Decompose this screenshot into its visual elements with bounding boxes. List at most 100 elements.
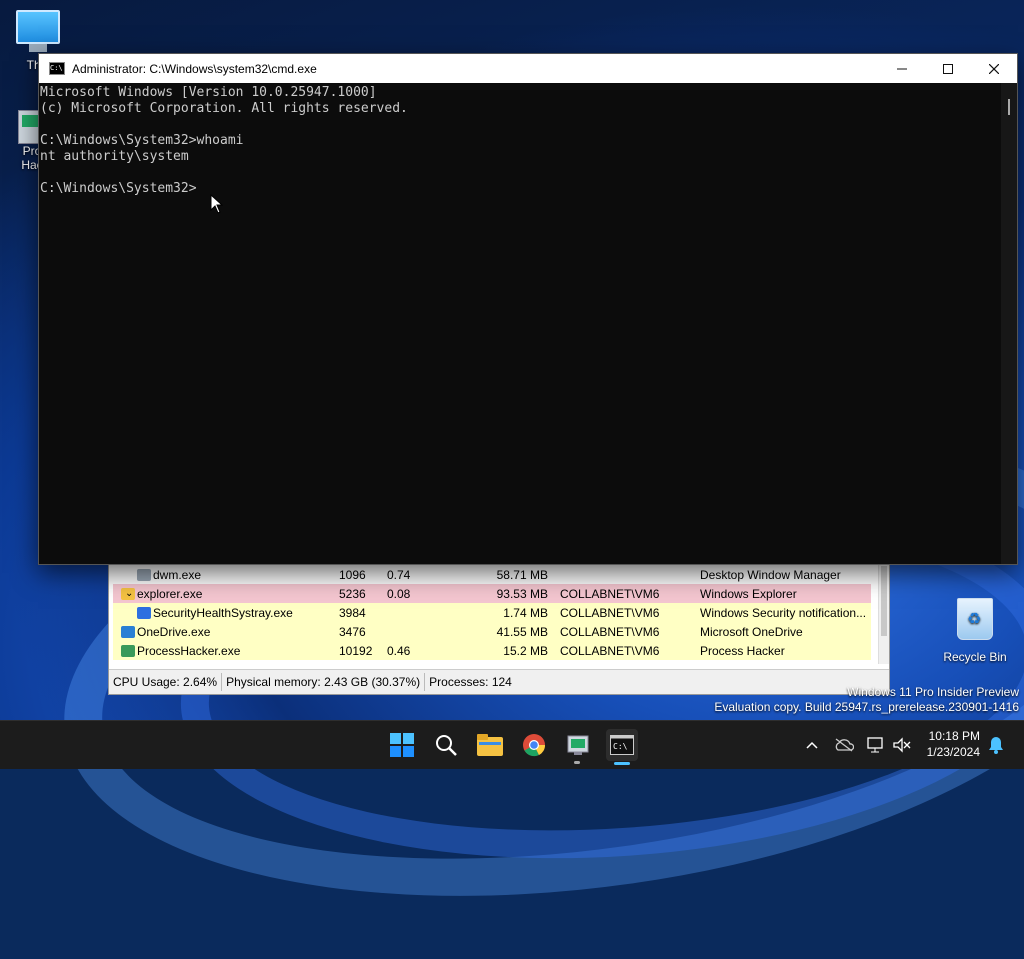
process-hacker-window: dwm.exe 1096 0.74 58.71 MB Desktop Window Ma… <box>108 563 890 695</box>
process-mem-cell: 41.55 MB <box>496 624 548 639</box>
volume-muted-icon <box>893 737 911 753</box>
shield-process-icon <box>137 606 151 619</box>
recycle-bin-label: Recycle Bin <box>943 650 1007 664</box>
console-line: nt authority\system <box>40 149 189 164</box>
network-icon <box>867 737 883 753</box>
process-pid-cell: 10192 <box>339 643 373 658</box>
process-mem-cell: 93.53 MB <box>496 586 548 601</box>
start-button[interactable] <box>386 729 418 761</box>
process-hacker-icon <box>567 735 589 755</box>
minimize-icon <box>897 68 907 69</box>
process-cpu-cell: 0.74 <box>387 567 411 582</box>
maximize-icon <box>943 63 953 74</box>
console-line: C:\Windows\System32> <box>40 181 197 196</box>
close-icon <box>989 63 999 74</box>
process-cpu-cell: 0.46 <box>387 643 411 658</box>
mouse-pointer-icon <box>210 194 224 214</box>
process-cpu-cell: 0.08 <box>387 586 411 601</box>
notifications-button[interactable] <box>984 729 1008 761</box>
svg-text:C:\: C:\ <box>613 742 628 751</box>
monitor-stand <box>29 44 47 52</box>
process-user-cell: COLLABNET\VM6 <box>560 643 660 658</box>
cmd-title-bar[interactable]: C:\ Administrator: C:\Windows\system32\c… <box>39 54 1017 83</box>
cpu-usage-status: CPU Usage: 2.64% <box>109 673 223 691</box>
process-desc-cell: Windows Security notification... <box>700 605 867 620</box>
process-user-cell: COLLABNET\VM6 <box>560 624 660 639</box>
monitor-icon <box>16 10 60 44</box>
process-name-cell: dwm.exe <box>153 567 202 582</box>
expand-chevron-icon[interactable]: ⌄ <box>125 588 133 599</box>
recycle-bin-desktop-icon[interactable]: ♻ Recycle Bin <box>940 598 1010 664</box>
process-row[interactable]: dwm.exe 1096 0.74 58.71 MB Desktop Window Ma… <box>113 565 871 584</box>
chrome-icon <box>523 734 546 757</box>
process-row[interactable]: ProcessHacker.exe 10192 0.46 15.2 MB COLLABN… <box>113 641 871 660</box>
status-bar: CPU Usage: 2.64% Physical memory: 2.43 G… <box>109 669 889 694</box>
clock[interactable]: 10:18 PM 1/23/2024 <box>927 728 980 760</box>
chrome-button[interactable] <box>518 729 550 761</box>
process-desc-cell: Process Hacker <box>700 643 785 658</box>
cmd-window-title: Administrator: C:\Windows\system32\cmd.e… <box>72 61 317 76</box>
cmd-active-indicator <box>614 762 630 765</box>
search-button[interactable] <box>430 729 462 761</box>
process-desc-cell: Windows Explorer <box>700 586 797 601</box>
clock-date: 1/23/2024 <box>926 745 980 759</box>
scrollbar-thumb[interactable] <box>881 566 887 636</box>
process-pid-cell: 3984 <box>339 605 366 620</box>
process-desc-cell: Desktop Window Manager <box>700 567 841 582</box>
onedrive-process-icon <box>121 625 135 638</box>
file-explorer-button[interactable] <box>474 729 506 761</box>
watermark-edition: Windows 11 Pro Insider Preview <box>847 685 1019 699</box>
process-pid-cell: 5236 <box>339 586 366 601</box>
maximize-button[interactable] <box>925 54 971 83</box>
cmd-icon: C:\ <box>610 735 634 755</box>
recycle-symbol: ♻ <box>967 611 982 628</box>
show-hidden-icons-button[interactable] <box>800 729 824 761</box>
process-hacker-taskbar-button[interactable] <box>562 729 594 761</box>
onedrive-offline-icon <box>835 738 854 752</box>
process-name-cell: OneDrive.exe <box>137 624 211 639</box>
process-user-cell: COLLABNET\VM6 <box>560 605 660 620</box>
taskbar: C:\ 10:18 PM 1/23/2024 <box>0 720 1024 769</box>
cmd-window[interactable]: C:\ Administrator: C:\Windows\system32\c… <box>38 53 1018 565</box>
process-row[interactable]: OneDrive.exe 3476 41.55 MB COLLABNET\VM6 Mic… <box>113 622 871 641</box>
file-explorer-icon <box>477 734 503 756</box>
process-table: dwm.exe 1096 0.74 58.71 MB Desktop Window Ma… <box>109 564 879 664</box>
close-button[interactable] <box>971 54 1017 83</box>
process-table-scrollbar[interactable] <box>878 564 889 664</box>
process-row[interactable]: SecurityHealthSystray.exe 3984 1.74 MB COLL… <box>113 603 871 622</box>
cmd-taskbar-button[interactable]: C:\ <box>606 729 638 761</box>
cmd-app-icon: C:\ <box>49 62 65 75</box>
volume-tray-button[interactable] <box>890 729 914 761</box>
chevron-up-icon <box>806 741 818 749</box>
watermark-build: Evaluation copy. Build 25947.rs_prerelea… <box>714 700 1019 714</box>
process-desc-cell: Microsoft OneDrive <box>700 624 803 639</box>
processes-count-status: Processes: 124 <box>429 675 512 689</box>
process-name-cell: SecurityHealthSystray.exe <box>153 605 293 620</box>
process-hacker-process-icon <box>121 644 135 657</box>
process-pid-cell: 3476 <box>339 624 366 639</box>
process-mem-cell: 15.2 MB <box>503 643 548 658</box>
console-scrollbar[interactable] <box>1001 83 1017 564</box>
process-user-cell: COLLABNET\VM6 <box>560 586 660 601</box>
console-output[interactable]: Microsoft Windows [Version 10.0.25947.10… <box>39 83 1001 564</box>
onedrive-tray-button[interactable] <box>832 729 856 761</box>
console-line: C:\Windows\System32>whoami <box>40 133 244 148</box>
clock-time: 10:18 PM <box>928 729 980 743</box>
physical-memory-status: Physical memory: 2.43 GB (30.37%) <box>222 673 426 691</box>
dwm-process-icon <box>137 568 151 581</box>
process-pid-cell: 1096 <box>339 567 366 582</box>
process-mem-cell: 58.71 MB <box>496 567 548 582</box>
console-line: Microsoft Windows [Version 10.0.25947.10… <box>40 85 377 100</box>
process-name-cell: explorer.exe <box>137 586 203 601</box>
bell-icon <box>989 737 1003 754</box>
process-row[interactable]: explorer.exe 5236 0.08 93.53 MB COLLABNET\VM… <box>113 584 871 603</box>
process-mem-cell: 1.74 MB <box>503 605 548 620</box>
recycle-bin-icon: ♻ <box>957 598 993 640</box>
console-line: (c) Microsoft Corporation. All rights re… <box>40 101 408 116</box>
network-tray-button[interactable] <box>864 729 888 761</box>
search-icon <box>436 735 457 756</box>
console-scrollbar-thumb[interactable] <box>1008 99 1010 115</box>
minimize-button[interactable] <box>879 54 925 83</box>
